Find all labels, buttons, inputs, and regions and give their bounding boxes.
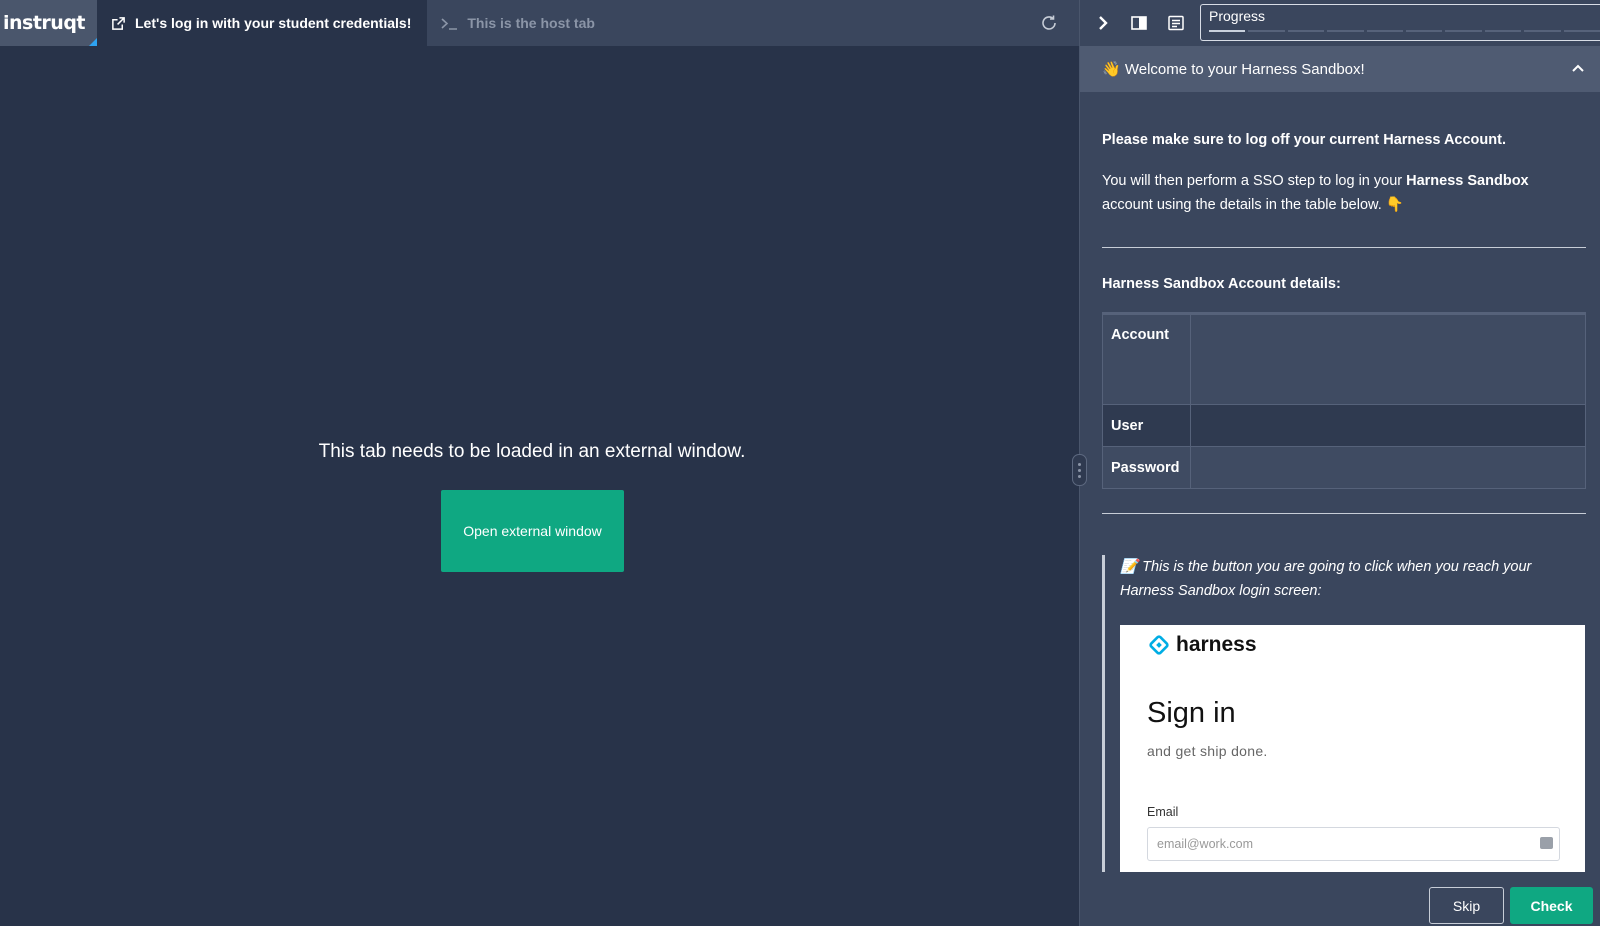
progress-segment [1524,30,1561,32]
table-value-password[interactable] [1190,446,1586,489]
refresh-icon[interactable] [1040,14,1058,32]
tab-label: Let's log in with your student credentia… [135,15,412,31]
sso-text-a: You will then perform a SSO step to log … [1102,173,1407,189]
section-header[interactable]: 👋 Welcome to your Harness Sandbox! [1080,46,1600,92]
progress-segment [1366,30,1404,32]
logoff-instruction: Please make sure to log off your current… [1102,132,1506,148]
email-label: Email [1147,805,1179,819]
table-key-user: User [1102,404,1191,447]
instruqt-logo: instruqt [0,0,97,46]
table-key-account: Account [1102,313,1191,405]
progress-label: Progress [1209,8,1266,24]
sso-text-c: account using the details in the table b… [1102,197,1404,213]
sign-in-subtitle: and get ship done. [1147,743,1268,759]
password-manager-icon [1540,837,1553,849]
handle-dot [1078,474,1081,478]
panel-toolbar: Progress [1080,0,1600,46]
table-key-password: Password [1102,446,1191,489]
tab-label: This is the host tab [467,15,595,31]
panel-resize-handle[interactable] [1072,454,1087,486]
quote-text: 📝 This is the button you are going to cl… [1120,559,1532,599]
tab-host[interactable]: This is the host tab [427,0,611,46]
harness-logo-icon [1149,635,1169,655]
progress-segment [1563,30,1600,32]
logo-text: instruqt [3,12,86,34]
table-row: Account [1102,313,1586,405]
table-value-account[interactable] [1190,313,1586,405]
logo-corner-accent [89,38,97,46]
divider [1102,513,1586,514]
progress-segment [1445,30,1482,32]
email-field: email@work.com [1147,827,1560,861]
sign-in-title: Sign in [1147,697,1236,729]
footer-bar: Skip Check [1080,872,1600,926]
notes-icon[interactable] [1167,14,1185,32]
split-view-icon[interactable] [1130,14,1148,32]
details-heading: Harness Sandbox Account details: [1102,276,1341,292]
main-content: This tab needs to be loaded in an extern… [0,46,1080,926]
sso-text-bold: Harness Sandbox [1406,173,1529,189]
section-title: 👋 Welcome to your Harness Sandbox! [1102,61,1365,78]
check-button[interactable]: Check [1510,887,1593,924]
progress-segments [1209,30,1600,32]
harness-logo: harness [1148,633,1257,657]
terminal-icon [441,17,458,30]
table-value-user[interactable] [1190,404,1586,447]
external-window-message: This tab needs to be loaded in an extern… [318,441,746,462]
table-row: Password [1102,446,1586,489]
harness-login-screenshot: harness Sign in and get ship done. Email… [1120,625,1585,873]
handle-dot [1078,462,1081,466]
harness-brand: harness [1176,633,1257,656]
tab-bar: instruqt Let's log in with your student … [0,0,1080,46]
chevron-up-icon[interactable] [1572,63,1584,73]
open-external-window-button[interactable]: Open external window [441,490,624,572]
progress-segment [1327,30,1364,32]
progress-segment [1287,30,1325,32]
table-row: User [1102,404,1586,447]
chevron-right-icon[interactable] [1094,14,1112,32]
account-details-table: Account User Password [1102,312,1586,489]
divider [1102,247,1586,248]
progress-segment [1209,30,1246,32]
sso-instruction: You will then perform a SSO step to log … [1102,169,1572,217]
progress-segment [1406,30,1443,32]
external-link-icon [112,16,125,30]
progress-segment [1248,30,1285,32]
tab-student-credentials[interactable]: Let's log in with your student credentia… [97,0,428,46]
progress-segment [1484,30,1522,32]
skip-button[interactable]: Skip [1429,887,1504,924]
handle-dot [1078,468,1081,472]
progress-bar: Progress [1200,4,1600,41]
